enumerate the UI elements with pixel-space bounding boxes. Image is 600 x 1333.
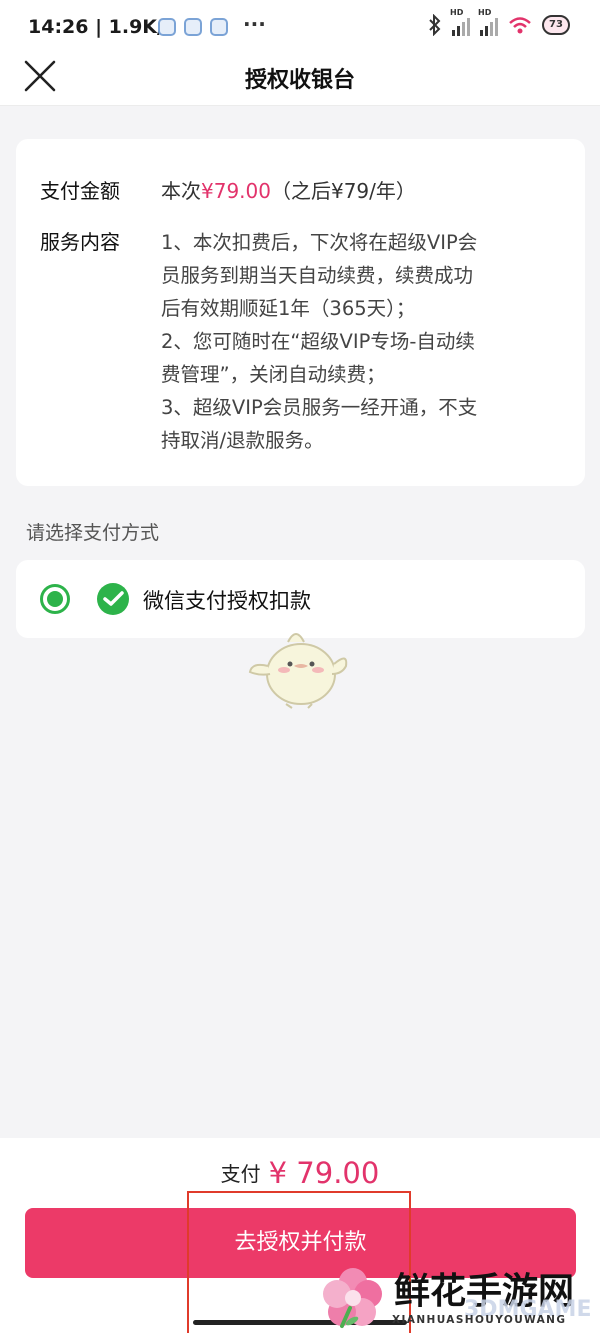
radio-dot [47,591,63,607]
signal-icon: HD [450,8,470,36]
service-line: 3、超级VIP会员服务一经开通，不支 [161,396,478,419]
signal-hd-label: HD [478,8,492,17]
signal-icon: HD [478,8,498,36]
amount-prefix: 本次 [161,179,201,203]
service-label: 服务内容 [40,230,120,254]
app-notification-icon [158,18,176,36]
battery-icon: 73 [542,15,570,35]
pay-total-amount: ¥ 79.00 [268,1156,380,1190]
watermark-subtitle: XIANHUASHOUYOUWANG [392,1314,567,1326]
amount-value: 本次¥79.00（之后¥79/年） [161,175,416,204]
wechat-pay-icon [97,583,129,615]
order-info-card: 支付金额 本次¥79.00（之后¥79/年） 服务内容 1、本次扣费后，下次将在… [16,139,585,486]
site-watermark: 鲜花手游网 3DMGAME XIANHUASHOUYOUWANG [318,1262,600,1333]
status-app-icons [158,18,228,36]
app-notification-icon [184,18,202,36]
payment-method-label: 微信支付授权扣款 [143,589,311,613]
service-line: 1、本次扣费后，下次将在超级VIP会 [161,231,478,254]
amount-label: 支付金额 [40,179,120,203]
signal-hd-label: HD [450,8,464,17]
top-area: 14:26 | 1.9K/s ··· HD HD 73 授权收银台 [0,0,600,106]
amount-suffix: （之后¥79/年） [270,179,416,203]
payment-radio-selected[interactable] [40,584,70,614]
service-line: 费管理”，关闭自动续费； [161,363,386,386]
page-title: 授权收银台 [244,68,355,93]
wifi-icon [509,17,531,34]
header-divider [0,105,600,106]
flower-logo-icon [323,1268,382,1328]
payment-section-label: 请选择支付方式 [26,522,160,544]
amount-price: ¥79.00 [201,179,271,203]
service-line: 持取消/退款服务。 [161,429,324,452]
status-time: 14:26 | 1.9K/s [28,16,176,38]
pay-total-label: 支付 [220,1162,261,1186]
service-line: 员服务到期当天自动续费，续费成功 [161,264,474,287]
bluetooth-icon [429,14,441,36]
service-line: 后有效期顺延1年（365天）； [161,297,416,320]
status-more-icon: ··· [243,12,266,36]
header: 授权收银台 [0,48,600,104]
service-line: 2、您可随时在“超级VIP专场-自动续 [161,330,475,353]
app-notification-icon [210,18,228,36]
mascot-watermark-icon [248,633,348,709]
status-indicators: HD HD 73 [428,8,570,36]
pay-total: 支付 ¥ 79.00 [0,1156,600,1190]
